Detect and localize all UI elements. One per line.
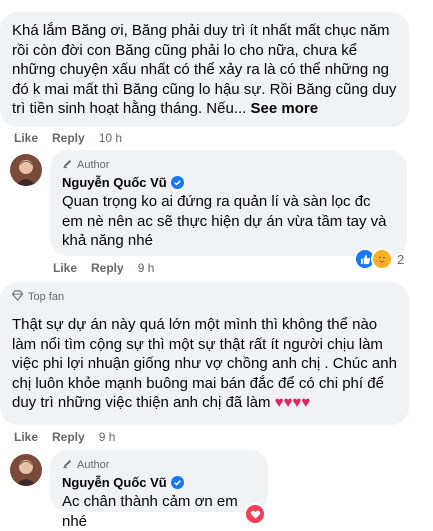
reaction-summary[interactable] (244, 503, 266, 525)
reply-button[interactable]: Reply (52, 430, 85, 444)
reply-actions-1: Like Reply 9 h (53, 261, 154, 275)
reply-button[interactable]: Reply (91, 261, 124, 275)
like-button[interactable]: Like (14, 430, 38, 444)
heart-emojis: ♥♥♥♥ (274, 394, 311, 411)
author-badge-label: Author (77, 159, 110, 171)
timestamp[interactable]: 9 h (138, 261, 155, 275)
comment-text-1: Khá lắm Băng ơi, Băng phải duy trì ít nh… (12, 21, 397, 119)
reaction-summary[interactable]: 2 (354, 248, 404, 270)
author-name-text[interactable]: Nguyễn Quốc Vũ (62, 475, 167, 490)
reply-bubble-1: Author Nguyễn Quốc Vũ Quan trọng ko ai đ… (50, 150, 407, 256)
top-fan-label: Top fan (28, 291, 65, 303)
top-fan-badge: Top fan (11, 290, 397, 304)
verified-badge-icon (170, 176, 184, 189)
love-icon (244, 503, 266, 525)
like-button[interactable]: Like (53, 261, 77, 275)
reply-bubble-2: Author Nguyễn Quốc Vũ Ac chân thành cảm … (50, 450, 268, 530)
pen-icon (62, 458, 73, 472)
comment-actions-1: Like Reply 10 h (14, 131, 122, 145)
author-name-text[interactable]: Nguyễn Quốc Vũ (62, 175, 167, 190)
comment-bubble-1: Khá lắm Băng ơi, Băng phải duy trì ít nh… (0, 12, 409, 127)
care-icon (371, 248, 393, 270)
author-badge-label: Author (77, 459, 110, 471)
author-avatar[interactable] (10, 454, 42, 486)
verified-badge-icon (170, 476, 184, 489)
author-badge: Author (62, 458, 256, 472)
comment-body: Thật sự dự án này quá lớn một mình thì k… (12, 316, 397, 411)
pen-icon (62, 158, 73, 172)
timestamp[interactable]: 9 h (99, 430, 116, 444)
reply-button[interactable]: Reply (52, 131, 85, 145)
comment-body: Khá lắm Băng ơi, Băng phải duy trì ít nh… (12, 22, 397, 117)
diamond-icon (11, 290, 24, 304)
author-badge: Author (62, 158, 395, 172)
comment-actions-2: Like Reply 9 h (14, 430, 115, 444)
comment-bubble-2: Top fan Thật sự dự án này quá lớn một mì… (0, 282, 409, 425)
see-more-link[interactable]: See more (251, 100, 319, 117)
reply-text-1: Quan trọng ko ai đứng ra quản lí và sàn … (62, 193, 387, 249)
author-avatar[interactable] (10, 154, 42, 186)
reply-text-2: Ac chân thành cảm ơn em nhé (62, 493, 238, 530)
like-button[interactable]: Like (14, 131, 38, 145)
comment-text-2: Thật sự dự án này quá lớn một mình thì k… (12, 315, 397, 413)
author-name[interactable]: Nguyễn Quốc Vũ (62, 475, 256, 490)
author-name[interactable]: Nguyễn Quốc Vũ (62, 175, 395, 190)
timestamp[interactable]: 10 h (99, 131, 122, 145)
reaction-count[interactable]: 2 (397, 252, 404, 267)
